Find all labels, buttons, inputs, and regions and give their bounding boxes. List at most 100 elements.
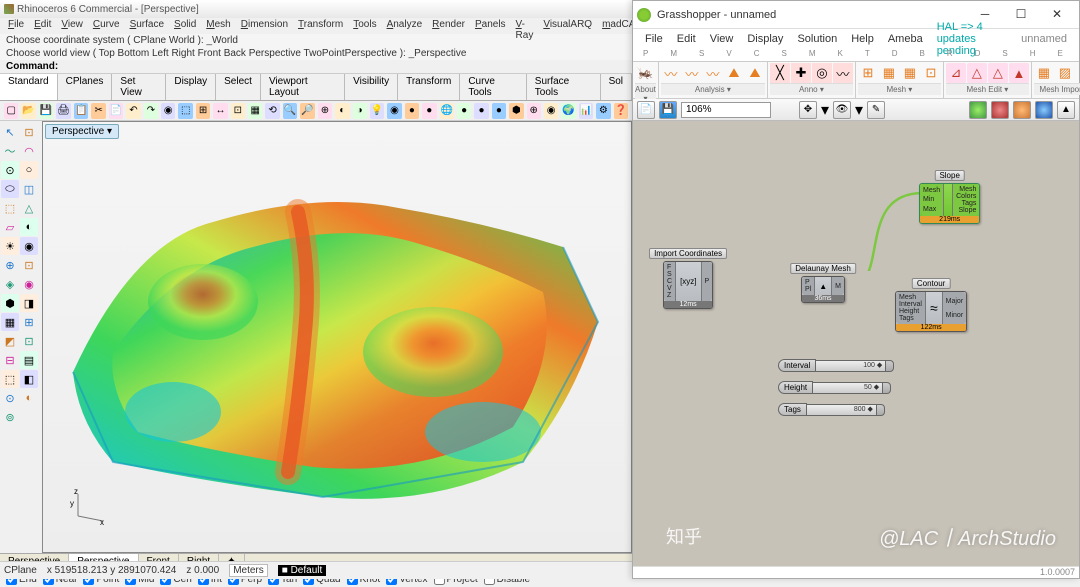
status-units[interactable]: Meters <box>229 564 268 577</box>
ghmenu-ameba[interactable]: Ameba <box>882 31 929 47</box>
shade-red[interactable] <box>991 101 1009 119</box>
toolbar-btn-30[interactable]: ⊕ <box>527 103 541 119</box>
toolbar-btn-23[interactable]: ● <box>405 103 419 119</box>
rib-icon[interactable]: ▦ <box>900 63 920 83</box>
new-file-button[interactable]: 📄 <box>637 101 655 119</box>
tool-19[interactable]: ◨ <box>20 294 38 312</box>
port-v[interactable]: V <box>667 285 672 292</box>
viewport-perspective[interactable]: Perspective ▾ <box>42 121 632 553</box>
shade-orange[interactable] <box>1013 101 1031 119</box>
tool-12[interactable]: ☀ <box>1 237 19 255</box>
port-p[interactable]: P <box>805 279 811 286</box>
tool-18[interactable]: ⬢ <box>1 294 19 312</box>
rib-icon[interactable]: 🦗 <box>635 63 655 83</box>
tool-14[interactable]: ⊕ <box>1 256 19 274</box>
rib-icon[interactable]: ◎ <box>812 63 832 83</box>
toolbar-btn-15[interactable]: ⟲ <box>265 103 279 119</box>
toolbar-btn-14[interactable]: ▦ <box>248 103 262 119</box>
tool-26[interactable]: ⬚ <box>1 370 19 388</box>
slider-interval[interactable]: Interval100 ◆ <box>778 359 894 372</box>
toolbar-btn-32[interactable]: 🌍 <box>561 103 575 119</box>
toolbar-btn-3[interactable]: 🖨 <box>56 103 71 119</box>
port-s[interactable]: S <box>667 271 672 278</box>
port-pl[interactable]: Pl <box>805 286 811 293</box>
menu-v-ray[interactable]: V-Ray <box>512 18 538 34</box>
comp-contour[interactable]: Contour MeshIntervalHeightTags ≈ MajorMi… <box>895 291 967 332</box>
tool-13[interactable]: ◉ <box>20 237 38 255</box>
rib-icon[interactable]: ✚ <box>791 63 811 83</box>
tool-7[interactable]: ◫ <box>20 180 38 198</box>
tool-20[interactable]: ▦ <box>1 313 19 331</box>
ghmenu-help[interactable]: Help <box>845 31 880 47</box>
tool-4[interactable]: ⊙ <box>1 161 19 179</box>
menu-curve[interactable]: Curve <box>89 18 124 34</box>
comp-import-coordinates[interactable]: Import Coordinates FSCVZ [xyz] P 12ms <box>663 261 713 309</box>
ghmenu-solution[interactable]: Solution <box>791 31 843 47</box>
toolbar-btn-21[interactable]: 💡 <box>370 103 384 119</box>
rib-icon[interactable]: ▦ <box>1034 63 1054 83</box>
tool-3[interactable]: ◠ <box>20 142 38 160</box>
toolbar-btn-19[interactable]: ◐ <box>335 103 349 119</box>
rib-icon[interactable]: △ <box>967 63 987 83</box>
gh-canvas[interactable]: Import Coordinates FSCVZ [xyz] P 12ms De… <box>633 121 1079 566</box>
toolbar-btn-22[interactable]: ◉ <box>387 103 401 119</box>
port-minor[interactable]: Minor <box>946 312 964 319</box>
menu-edit[interactable]: Edit <box>30 18 55 34</box>
shade-green[interactable] <box>969 101 987 119</box>
toolbar-btn-13[interactable]: ⊡ <box>231 103 245 119</box>
port-colors[interactable]: Colors <box>956 193 976 200</box>
viewport-title[interactable]: Perspective ▾ <box>45 124 119 139</box>
rib-icon[interactable]: 〰 <box>661 63 681 83</box>
port-tags[interactable]: Tags <box>899 315 922 322</box>
port-c[interactable]: C <box>667 278 672 285</box>
rib-icon[interactable]: ⊞ <box>858 63 878 83</box>
port-slope[interactable]: Slope <box>956 207 976 214</box>
tool-15[interactable]: ⊡ <box>20 256 38 274</box>
tool-24[interactable]: ⊟ <box>1 351 19 369</box>
toolbar-btn-31[interactable]: ◉ <box>544 103 558 119</box>
port-interval[interactable]: Interval <box>899 301 922 308</box>
menu-render[interactable]: Render <box>428 18 469 34</box>
port-height[interactable]: Height <box>899 308 922 315</box>
toolbar-btn-4[interactable]: 📋 <box>74 103 88 119</box>
rib-icon[interactable]: 〰 <box>682 63 702 83</box>
tool-21[interactable]: ⊞ <box>20 313 38 331</box>
toolbar-btn-24[interactable]: ● <box>422 103 436 119</box>
port-mesh[interactable]: Mesh <box>899 294 922 301</box>
ghmenu-display[interactable]: Display <box>741 31 789 47</box>
rib-icon[interactable]: △ <box>988 63 1008 83</box>
toolbar-btn-20[interactable]: ◑ <box>353 103 367 119</box>
tab-viewport-layout[interactable]: Viewport Layout <box>261 74 345 100</box>
menu-visualarq[interactable]: VisualARQ <box>539 18 596 34</box>
toolbar-btn-27[interactable]: ● <box>474 103 488 119</box>
tab-visibility[interactable]: Visibility <box>345 74 398 100</box>
toolbar-btn-8[interactable]: ↷ <box>144 103 158 119</box>
toolbar-btn-12[interactable]: ↔ <box>213 103 227 119</box>
tool-11[interactable]: ◐ <box>20 218 38 236</box>
toolbar-btn-16[interactable]: 🔍 <box>283 103 297 119</box>
rib-icon[interactable]: 〰 <box>703 63 723 83</box>
ghmenu-edit[interactable]: Edit <box>671 31 702 47</box>
tool-5[interactable]: ○ <box>20 161 38 179</box>
toolbar-btn-17[interactable]: 🔎 <box>300 103 314 119</box>
nav-button[interactable]: ✥ <box>799 101 817 119</box>
menu-mesh[interactable]: Mesh <box>202 18 234 34</box>
toolbar-btn-34[interactable]: ⚙ <box>596 103 610 119</box>
toolbar-btn-6[interactable]: 📄 <box>109 103 123 119</box>
menu-analyze[interactable]: Analyze <box>383 18 427 34</box>
tool-2[interactable]: 〜 <box>1 142 19 160</box>
slider-tags[interactable]: Tags800 ◆ <box>778 403 885 416</box>
rib-icon[interactable]: ▦ <box>879 63 899 83</box>
shade-blue[interactable] <box>1035 101 1053 119</box>
menu-surface[interactable]: Surface <box>126 18 168 34</box>
rib-icon[interactable]: ⛰ <box>745 63 765 83</box>
menu-tools[interactable]: Tools <box>349 18 380 34</box>
menu-solid[interactable]: Solid <box>170 18 200 34</box>
ghmenu-file[interactable]: File <box>639 31 669 47</box>
menu-view[interactable]: View <box>57 18 87 34</box>
port-m[interactable]: M <box>835 283 841 290</box>
shade-cone[interactable]: ▲ <box>1057 101 1075 119</box>
tool-25[interactable]: ▤ <box>20 351 38 369</box>
toolbar-btn-9[interactable]: ◉ <box>161 103 175 119</box>
save-button[interactable]: 💾 <box>659 101 677 119</box>
